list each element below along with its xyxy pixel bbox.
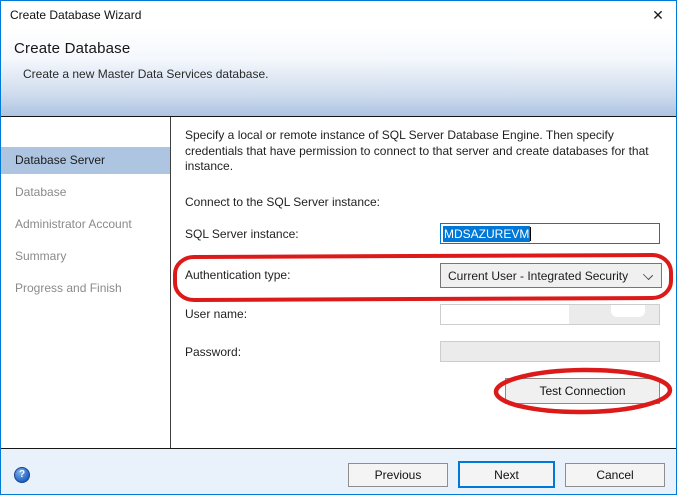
authentication-type-select[interactable]: Current User - Integrated Security: [440, 263, 662, 288]
user-name-label: User name:: [185, 307, 248, 321]
help-icon: ?: [18, 469, 26, 480]
sidebar-item-database[interactable]: Database: [1, 179, 170, 206]
connect-instance-label: Connect to the SQL Server instance:: [185, 195, 380, 209]
chevron-down-icon: [642, 269, 654, 281]
password-input: [440, 341, 660, 362]
cancel-button[interactable]: Cancel: [565, 462, 665, 487]
window-title: Create Database Wizard: [10, 8, 142, 22]
text-caret: [530, 226, 532, 241]
password-label: Password:: [185, 345, 242, 359]
database-server-panel: Specify a local or remote instance of SQ…: [171, 117, 676, 448]
help-button[interactable]: ?: [14, 466, 30, 483]
wizard-footer: ? Previous Next Cancel: [1, 448, 676, 494]
sidebar-item-progress-and-finish[interactable]: Progress and Finish: [1, 275, 170, 302]
title-bar: Create Database Wizard: [1, 1, 676, 29]
authentication-type-value: Current User - Integrated Security: [448, 268, 629, 283]
close-icon: ✕: [652, 6, 664, 23]
page-title: Create Database: [14, 40, 131, 57]
redaction-patch: [611, 305, 645, 317]
sidebar-item-summary[interactable]: Summary: [1, 243, 170, 270]
authentication-type-label: Authentication type:: [185, 268, 291, 282]
next-button[interactable]: Next: [458, 461, 555, 488]
redaction-patch: [441, 305, 569, 324]
sql-server-instance-label: SQL Server instance:: [185, 227, 299, 241]
user-name-input: [440, 304, 660, 325]
sidebar-item-administrator-account[interactable]: Administrator Account: [1, 211, 170, 238]
wizard-body: Database Server Database Administrator A…: [1, 117, 676, 448]
panel-description: Specify a local or remote instance of SQ…: [185, 128, 649, 173]
test-connection-button[interactable]: Test Connection: [505, 378, 660, 404]
wizard-header: Create Database Create a new Master Data…: [1, 29, 676, 117]
footer-buttons: Previous Next Cancel: [348, 461, 665, 488]
sidebar-item-database-server[interactable]: Database Server: [1, 147, 170, 174]
selected-text: MDSAZUREVM: [443, 225, 531, 242]
create-database-wizard-dialog: Create Database Wizard ✕ Create Database…: [0, 0, 677, 495]
previous-button[interactable]: Previous: [348, 462, 448, 487]
sql-server-instance-input[interactable]: MDSAZUREVM: [440, 223, 660, 244]
close-button[interactable]: ✕: [646, 4, 670, 26]
page-subtitle: Create a new Master Data Services databa…: [23, 67, 269, 81]
wizard-steps-sidebar: Database Server Database Administrator A…: [1, 117, 171, 448]
